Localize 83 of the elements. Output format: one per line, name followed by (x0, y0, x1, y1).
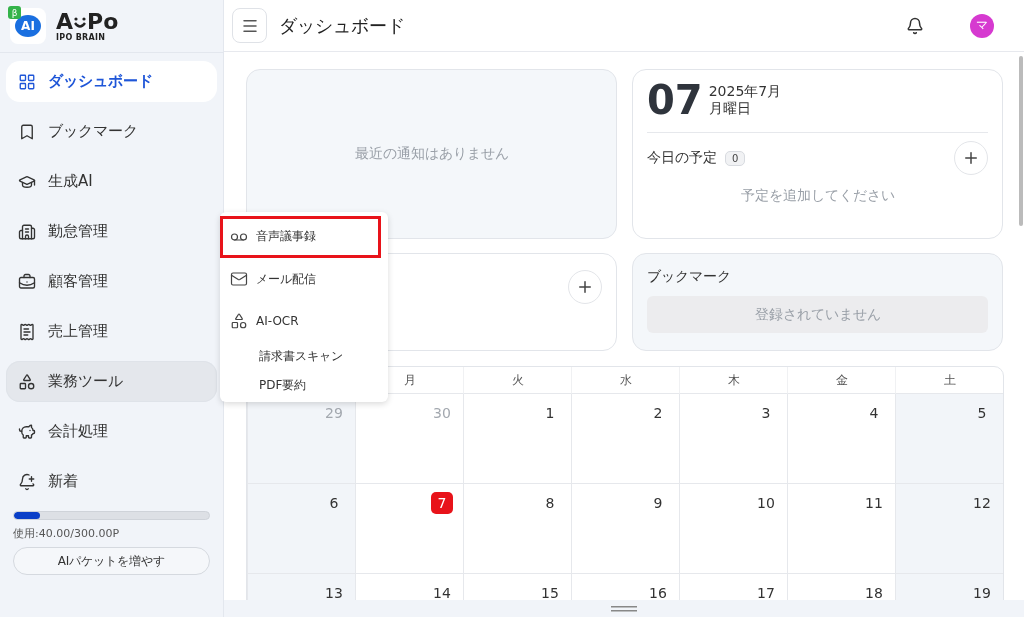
logo-text: A (56, 10, 74, 33)
page-title: ダッシュボード (279, 13, 406, 38)
calendar-day[interactable]: 11 (787, 484, 895, 574)
menu-item[interactable]: 音声議事録 (220, 216, 381, 258)
day-number: 13 (324, 584, 344, 600)
sidebar-item[interactable]: 業務ツール (6, 361, 217, 402)
sidebar-item[interactable]: 勤怠管理 (6, 211, 217, 252)
sidebar-item[interactable]: 売上管理 (6, 311, 217, 352)
day-number: 12 (972, 494, 992, 513)
day-number: 1 (544, 404, 556, 423)
date-weekday: 月曜日 (708, 100, 752, 117)
user-avatar[interactable]: マ (970, 13, 994, 38)
day-number: 10 (756, 494, 776, 513)
empty-message: 予定を追加してください (739, 187, 896, 205)
increase-packets-button[interactable]: AIパケットを増やす (13, 547, 210, 575)
logo-text: Po (87, 10, 119, 33)
day-number: 17 (756, 584, 776, 600)
bookmarks-title: ブックマーク (647, 268, 732, 286)
plus-icon (962, 149, 980, 167)
bell-plus-icon (18, 472, 36, 491)
calendar-day[interactable]: 7 (355, 484, 463, 574)
day-number: 8 (544, 494, 556, 513)
add-button[interactable] (954, 141, 988, 175)
grid-icon (18, 72, 36, 91)
beta-badge: β (8, 6, 21, 19)
sidebar-item[interactable]: ブックマーク (6, 111, 217, 152)
menu-button[interactable] (232, 8, 267, 43)
menu-item[interactable]: メール配信 (220, 258, 388, 300)
calendar-day[interactable]: 12 (895, 484, 1003, 574)
menu-item[interactable]: AI-OCR (220, 300, 388, 342)
briefcase-icon (18, 272, 36, 291)
calendar-day[interactable]: 6 (247, 484, 355, 574)
day-number: 16 (648, 584, 668, 600)
day-number: 2 (652, 404, 664, 423)
sidebar-item[interactable]: 顧客管理 (6, 261, 217, 302)
plus-icon (576, 278, 594, 296)
date-day: 07 (647, 80, 703, 120)
day-number: 29 (324, 404, 344, 423)
drag-handle-icon[interactable] (611, 605, 637, 612)
day-number: 9 (652, 494, 664, 513)
shapes-icon (18, 372, 36, 391)
calendar-day[interactable]: 2 (571, 394, 679, 484)
empty-message: 最近の通知はありません (354, 145, 509, 163)
add-button[interactable] (568, 270, 602, 304)
date-month: 2025年7月 (708, 83, 782, 100)
sidebar-item[interactable]: 会計処理 (6, 411, 217, 452)
day-number: 30 (432, 404, 452, 423)
calendar-day[interactable]: 5 (895, 394, 1003, 484)
day-number: 14 (432, 584, 452, 600)
mail-icon (230, 270, 248, 288)
building-icon (18, 222, 36, 241)
calendar-day[interactable]: 13 (247, 574, 355, 600)
day-number: 5 (976, 404, 988, 423)
day-number: 7 (431, 492, 453, 514)
bookmark-icon (18, 122, 36, 141)
calendar-day[interactable]: 3 (679, 394, 787, 484)
calendar-day[interactable]: 8 (463, 484, 571, 574)
sidebar-item[interactable]: ダッシュボード (6, 61, 217, 102)
calendar-day[interactable]: 10 (679, 484, 787, 574)
usage-text: 使用:40.00/300.00P (13, 526, 121, 541)
day-number: 18 (864, 584, 884, 600)
bell-icon[interactable] (906, 16, 924, 35)
day-number: 6 (328, 494, 340, 513)
schedule-title: 今日の予定 (647, 149, 717, 167)
empty-message: 登録されていません (754, 305, 881, 324)
day-number: 4 (868, 404, 880, 423)
scrollbar[interactable] (1019, 56, 1023, 226)
calendar-day[interactable]: 1 (463, 394, 571, 484)
day-number: 19 (972, 584, 992, 600)
calendar-day[interactable]: 19 (895, 574, 1003, 600)
schedule-count: 0 (725, 150, 746, 166)
calendar-day[interactable]: 4 (787, 394, 895, 484)
logo-subtitle: IPO BRAIN (56, 32, 107, 42)
sidebar-item[interactable]: 生成AI (6, 161, 217, 202)
day-number: 15 (540, 584, 560, 600)
receipt-icon (18, 322, 36, 341)
shapes-icon (230, 312, 248, 330)
sidebar-item[interactable]: 新着 (6, 461, 217, 502)
logo-mark: AI (15, 15, 41, 37)
day-number: 11 (864, 494, 884, 513)
piggy-bank-icon (18, 422, 36, 441)
calendar-day[interactable]: 9 (571, 484, 679, 574)
day-number: 3 (760, 404, 772, 423)
